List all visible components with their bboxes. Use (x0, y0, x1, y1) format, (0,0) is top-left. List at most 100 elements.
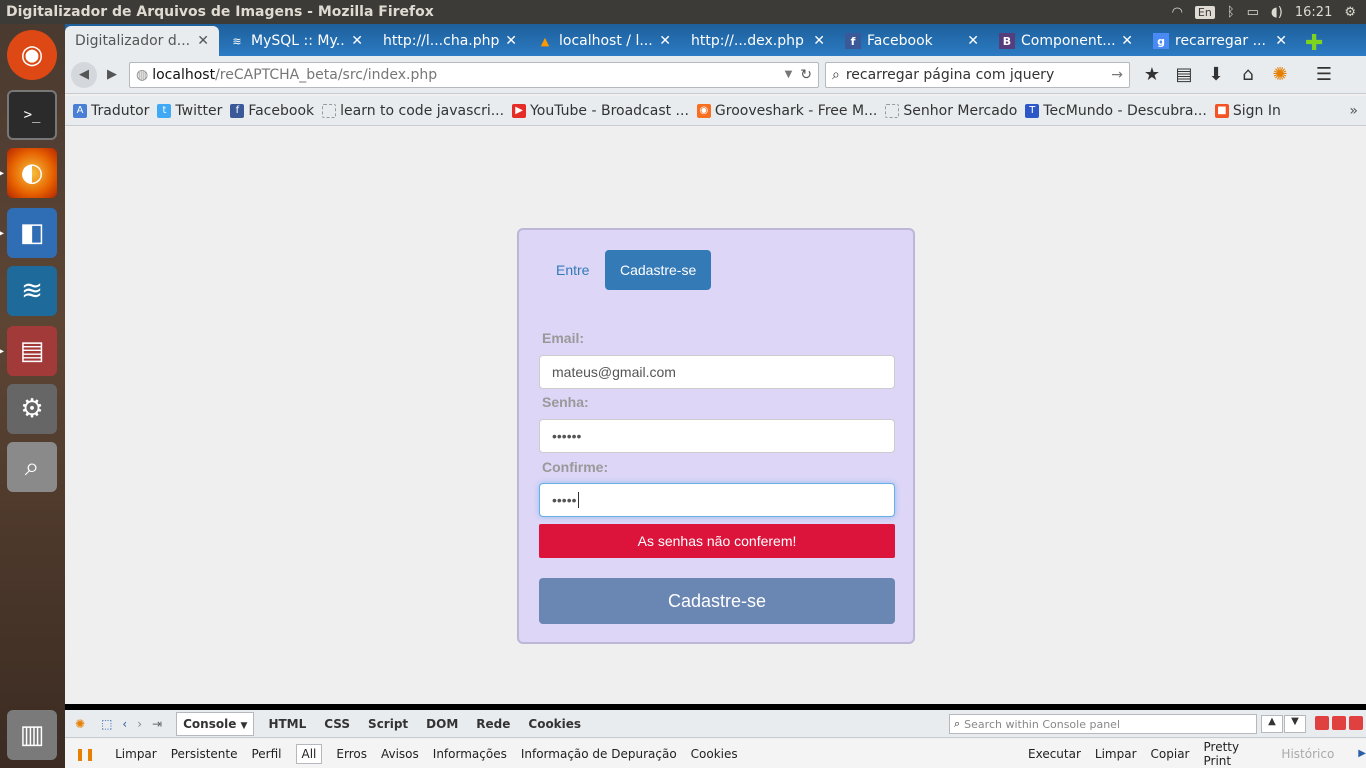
search-down-chevron-icon[interactable]: ▼ (1284, 715, 1306, 733)
mysql-workbench-icon[interactable]: ≋ (7, 266, 57, 316)
console-search-input[interactable]: ⌕ Search within Console panel (949, 714, 1257, 734)
bookmark-senhor-mercado[interactable]: Senhor Mercado (885, 103, 1017, 119)
detach-panel-icon[interactable] (1332, 716, 1346, 730)
tab-facebook[interactable]: f Facebook ✕ (835, 26, 989, 56)
bookmark-tecmundo[interactable]: T TecMundo - Descubra... (1025, 103, 1207, 119)
filter-debug[interactable]: Informação de Depuração (521, 747, 677, 761)
tab-console[interactable]: Console ▼ (176, 711, 255, 736)
inspect-icon[interactable]: ⬚ (101, 717, 112, 731)
search-up-chevron-icon[interactable]: ▲ (1261, 715, 1283, 733)
bookmark-learn-to-code[interactable]: learn to code javascri... (322, 103, 504, 119)
bluetooth-icon[interactable]: ᛒ (1227, 5, 1235, 20)
tab-index[interactable]: http://...dex.php ✕ (681, 26, 835, 56)
confirm-password-field[interactable]: ••••• (539, 483, 895, 517)
submit-button[interactable]: Cadastre-se (539, 578, 895, 624)
console-actions: Executar Limpar Copiar Pretty Print Hist… (1028, 739, 1366, 768)
tab-phpmyadmin[interactable]: ▲ localhost / l... ✕ (527, 26, 681, 56)
bookmark-grooveshark[interactable]: ◉ Grooveshark - Free M... (696, 103, 877, 119)
close-icon[interactable]: ✕ (505, 33, 517, 49)
file-manager-icon[interactable]: ▤ (0, 326, 57, 376)
close-icon[interactable]: ✕ (813, 33, 825, 49)
clear-button[interactable]: Limpar (115, 747, 157, 761)
keyboard-layout-indicator[interactable]: En (1194, 5, 1215, 19)
tab-register[interactable]: Cadastre-se (605, 250, 712, 290)
persist-button[interactable]: Persistente (171, 747, 238, 761)
pause-icon[interactable]: ❚❚ (75, 747, 95, 761)
reload-icon[interactable]: ↻ (800, 67, 812, 83)
tab-digitalizador[interactable]: Digitalizador d... ✕ (65, 26, 219, 56)
downloads-icon[interactable]: ⬇ (1200, 64, 1232, 85)
system-settings-icon[interactable]: ⚙ (7, 384, 57, 434)
back-arrow-icon[interactable]: ◀ (71, 61, 97, 88)
wifi-icon[interactable]: ◠ (1172, 5, 1183, 20)
pretty-print-button[interactable]: Pretty Print (1204, 740, 1268, 768)
filter-info[interactable]: Informações (433, 747, 507, 761)
tab-html[interactable]: HTML (268, 717, 306, 731)
console-options-bar: ❚❚ Limpar Persistente Perfil All Erros A… (65, 739, 1366, 768)
bookmark-twitter[interactable]: t Twitter (157, 103, 222, 119)
back-chevron-icon[interactable]: ‹ (122, 717, 127, 731)
battery-icon[interactable]: ▭ (1247, 5, 1259, 20)
volume-icon[interactable]: ◖) (1271, 5, 1283, 20)
filter-errors[interactable]: Erros (336, 747, 367, 761)
execute-button[interactable]: Executar (1028, 747, 1081, 761)
filter-all[interactable]: All (295, 743, 323, 764)
copy-button[interactable]: Copiar (1151, 747, 1190, 761)
tab-rede[interactable]: Rede (476, 717, 510, 731)
url-bar[interactable]: ◍ localhost/reCAPTCHA_beta/src/index.php… (129, 61, 819, 88)
clock[interactable]: 16:21 (1295, 5, 1332, 20)
terminal-icon[interactable]: >_ (7, 90, 57, 140)
system-tray: ◠ En ᛒ ▭ ◖) 16:21 ⚙ (1172, 5, 1366, 20)
close-icon[interactable]: ✕ (197, 33, 209, 49)
tab-css[interactable]: CSS (324, 717, 350, 731)
bookmark-sign-in[interactable]: ■ Sign In (1214, 103, 1281, 119)
bookmark-tradutor[interactable]: A Tradutor (73, 103, 149, 119)
system-top-bar: Digitalizador de Arquivos de Imagens - M… (0, 0, 1366, 24)
tab-mysql[interactable]: ≋ MySQL :: My... ✕ (219, 26, 373, 56)
close-icon[interactable]: ✕ (351, 33, 363, 49)
close-icon[interactable]: ✕ (1121, 33, 1133, 49)
email-field[interactable]: mateus@gmail.com (539, 355, 895, 389)
tab-bootstrap[interactable]: B Component... ✕ (989, 26, 1143, 56)
firebug-icon[interactable]: ✺ (75, 717, 85, 731)
filter-cookies[interactable]: Cookies (691, 747, 738, 761)
menu-icon[interactable]: ☰ (1308, 64, 1340, 85)
password-field[interactable]: •••••• (539, 419, 895, 453)
virtualbox-icon[interactable]: ◧ (0, 208, 57, 258)
history-button[interactable]: Histórico (1281, 747, 1334, 761)
reading-list-icon[interactable]: ▤ (1168, 64, 1200, 85)
tab-google-search[interactable]: g recarregar ... ✕ (1143, 26, 1297, 56)
dropdown-arrow-icon[interactable]: ▼ (785, 69, 793, 80)
go-arrow-icon[interactable]: → (1111, 67, 1123, 83)
tab-dom[interactable]: DOM (426, 717, 458, 731)
new-tab-plus-icon[interactable]: ✚ (1297, 31, 1323, 56)
bookmark-star-icon[interactable]: ★ (1136, 64, 1168, 85)
ubuntu-icon[interactable]: ◉ (7, 30, 57, 80)
search-bar[interactable]: ⌕ recarregar página com jquery → (825, 61, 1130, 88)
search-icon[interactable]: ⌕ (7, 442, 57, 492)
close-panel-icon[interactable] (1349, 716, 1363, 730)
clear-command-button[interactable]: Limpar (1095, 747, 1137, 761)
tab-login[interactable]: Entre (541, 250, 604, 290)
trash-icon[interactable]: ▥ (7, 710, 57, 760)
close-icon[interactable]: ✕ (967, 33, 979, 49)
more-bookmarks-chevron-icon[interactable]: » (1349, 103, 1358, 119)
tab-recaptcha[interactable]: http://l...cha.php ✕ (373, 26, 527, 56)
home-icon[interactable]: ⌂ (1232, 64, 1264, 85)
tab-cookies[interactable]: Cookies (528, 717, 581, 731)
tab-script[interactable]: Script (368, 717, 408, 731)
close-icon[interactable]: ✕ (1275, 33, 1287, 49)
profile-button[interactable]: Perfil (251, 747, 281, 761)
run-arrow-icon[interactable]: ▶ (1358, 748, 1366, 759)
firebug-icon[interactable]: ✺ (1264, 64, 1296, 85)
bookmark-facebook[interactable]: f Facebook (230, 103, 314, 119)
gear-icon[interactable]: ⚙ (1344, 5, 1356, 20)
filter-warnings[interactable]: Avisos (381, 747, 419, 761)
forward-arrow-icon[interactable]: ▶ (99, 62, 125, 88)
close-icon[interactable]: ✕ (659, 33, 671, 49)
command-line-icon[interactable]: ⇥ (152, 717, 162, 731)
minimize-panel-icon[interactable] (1315, 716, 1329, 730)
bookmark-youtube[interactable]: ▶ YouTube - Broadcast ... (512, 103, 689, 119)
forward-chevron-icon[interactable]: › (137, 717, 142, 731)
firefox-icon[interactable]: ◐ (0, 148, 57, 198)
